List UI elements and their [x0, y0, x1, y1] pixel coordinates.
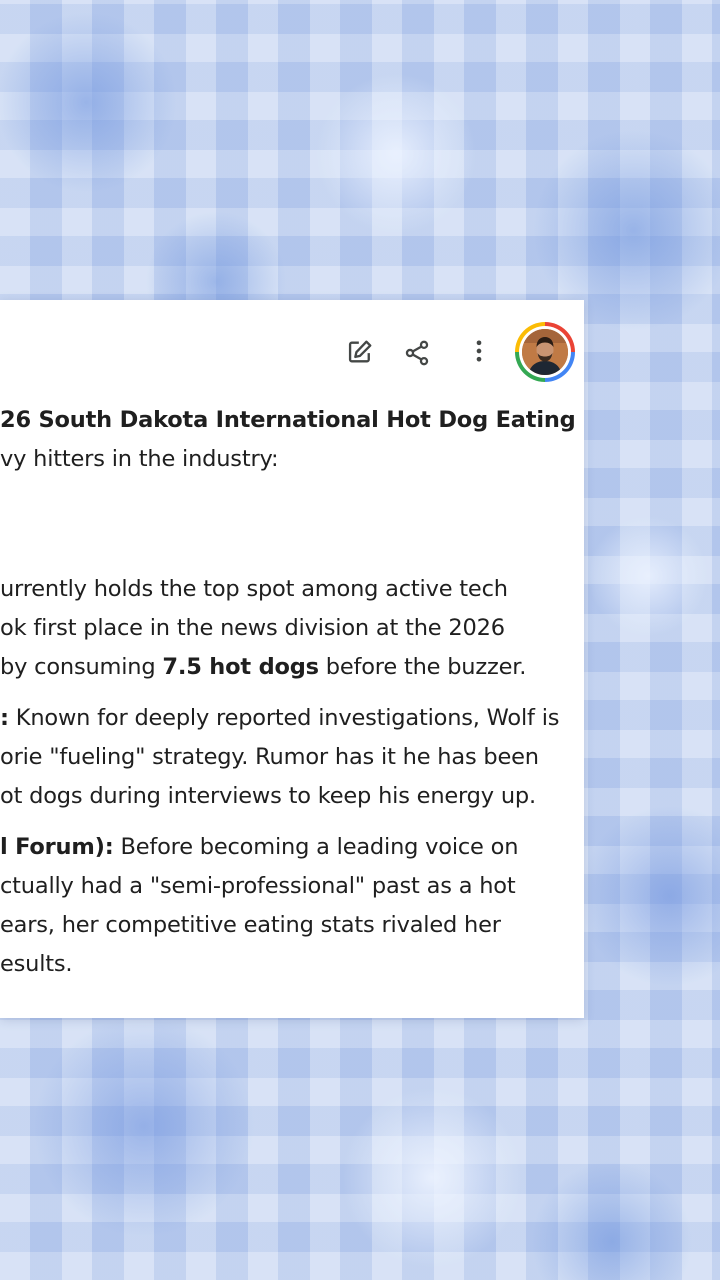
list-item-1-line-1: urrently holds the top spot among active… [0, 576, 508, 602]
intro-line: vy hitters in the industry: [0, 446, 279, 472]
list-item-3-line-2: ctually had a "semi-professional" past a… [0, 873, 516, 899]
edit-button[interactable] [340, 332, 380, 372]
list-item-1-line-2: ok first place in the news division at t… [0, 615, 505, 641]
list-item-1-line-3: by consuming 7.5 hot dogs before the buz… [0, 654, 527, 680]
hot-dog-count: 7.5 hot dogs [162, 654, 319, 680]
list-item-2: : Known for deeply reported investigatio… [0, 699, 559, 816]
avatar-photo [522, 329, 568, 375]
list-item-3: l Forum): Before becoming a leading voic… [0, 828, 518, 984]
list-item-2-line-2: orie "fueling" strategy. Rumor has it he… [0, 744, 539, 770]
list-item-2-line-1: : Known for deeply reported investigatio… [0, 705, 560, 731]
list-item-3-line-1: l Forum): Before becoming a leading voic… [0, 834, 519, 860]
intro-heading-line: 26 South Dakota International Hot Dog Ea… [0, 407, 576, 433]
share-button[interactable] [397, 333, 437, 373]
more-vert-icon [476, 340, 482, 362]
list-item-3-line-4: esults. [0, 951, 73, 977]
list-item-2-line-3: ot dogs during interviews to keep his en… [0, 783, 536, 809]
list-item-1: urrently holds the top spot among active… [0, 570, 526, 687]
avatar[interactable] [515, 322, 575, 382]
edit-icon [348, 340, 372, 363]
list-item-3-line-3: ears, her competitive eating stats rival… [0, 912, 501, 938]
more-options-button[interactable] [459, 331, 499, 371]
response-intro: 26 South Dakota International Hot Dog Ea… [0, 401, 576, 479]
share-icon [405, 340, 429, 366]
